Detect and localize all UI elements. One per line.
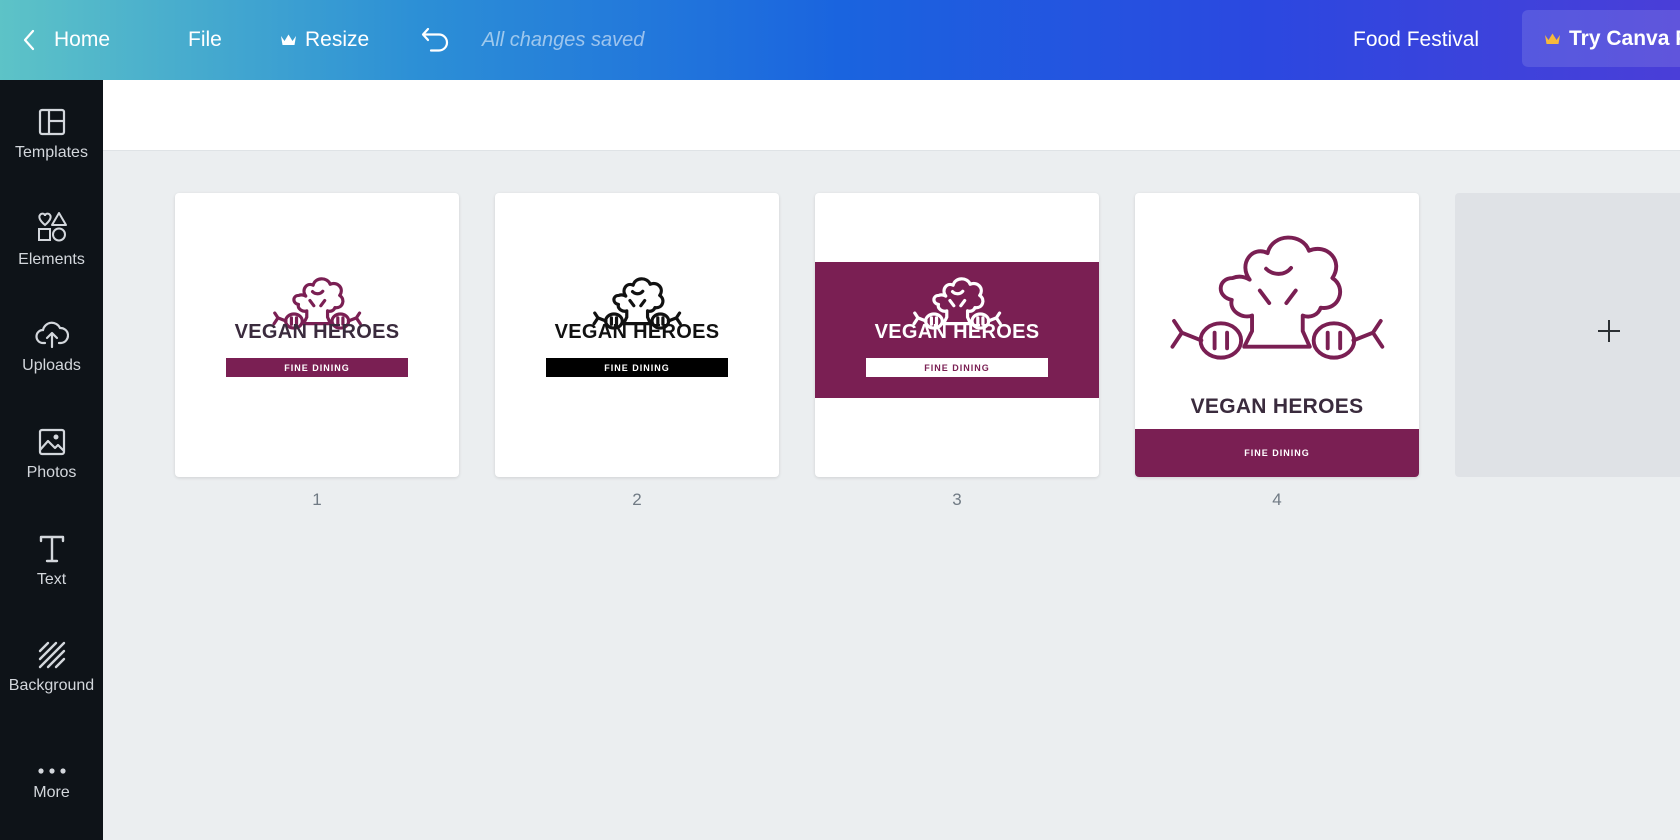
- try-label: Try Canva Pro: [1569, 26, 1680, 50]
- logo-tagline: FINE DINING: [866, 358, 1048, 377]
- more-icon: [37, 742, 67, 776]
- logo-tagline: FINE DINING: [1135, 429, 1419, 477]
- sidebar-item-label: Elements: [18, 251, 85, 268]
- page-number: 3: [952, 490, 962, 509]
- home-label: Home: [54, 28, 111, 51]
- logo-title: VEGAN HEROES: [874, 321, 1040, 343]
- undo-icon: [421, 27, 449, 52]
- top-bar: Home File Resize All changes saved Food …: [0, 0, 1680, 80]
- sidebar-item-photos[interactable]: Photos: [0, 400, 103, 500]
- sidebar: Templates Elements Uploads Photos Text B…: [0, 80, 103, 840]
- file-menu-button[interactable]: File: [188, 0, 222, 80]
- logo-tagline: FINE DINING: [226, 358, 408, 377]
- page-thumbnail-2[interactable]: VEGAN HEROES FINE DINING: [495, 193, 779, 477]
- add-page-button[interactable]: [1455, 193, 1680, 477]
- sidebar-item-label: Uploads: [22, 357, 81, 374]
- photo-icon: [38, 422, 66, 456]
- resize-label: Resize: [305, 28, 370, 51]
- background-icon: [38, 635, 66, 669]
- logo-title: VEGAN HEROES: [554, 321, 720, 343]
- sidebar-item-uploads[interactable]: Uploads: [0, 293, 103, 393]
- sidebar-item-label: Text: [36, 571, 67, 588]
- logo-tagline: FINE DINING: [546, 358, 728, 377]
- page-thumbnail-4[interactable]: VEGAN HEROES FINE DINING: [1135, 193, 1419, 477]
- sidebar-item-elements[interactable]: Elements: [0, 187, 103, 287]
- text-icon: [39, 529, 65, 563]
- home-button[interactable]: Home: [22, 0, 110, 80]
- templates-icon: [38, 102, 66, 136]
- resize-button[interactable]: Resize: [280, 0, 369, 80]
- sidebar-item-text[interactable]: Text: [0, 507, 103, 607]
- file-label: File: [188, 28, 222, 51]
- elements-icon: [36, 209, 68, 243]
- page-number: 4: [1272, 490, 1282, 509]
- sidebar-item-more[interactable]: More: [0, 720, 103, 820]
- design-title[interactable]: Food Festival: [1353, 0, 1479, 80]
- context-toolbar: [103, 80, 1680, 151]
- try-canva-pro-button[interactable]: Try Canva Pro: [1522, 10, 1680, 67]
- plus-icon: [1598, 320, 1620, 342]
- crown-icon: [281, 34, 296, 45]
- page-thumbnail-3[interactable]: VEGAN HEROES FINE DINING: [815, 193, 1099, 477]
- page-number: 2: [632, 490, 642, 509]
- undo-button[interactable]: [420, 0, 452, 80]
- crown-icon: [1545, 33, 1560, 44]
- save-status: All changes saved: [482, 28, 645, 51]
- sidebar-item-label: Photos: [26, 464, 77, 481]
- sidebar-item-label: More: [33, 784, 70, 801]
- logo-title: VEGAN HEROES: [1190, 395, 1364, 418]
- page-number: 1: [312, 490, 322, 509]
- sidebar-item-templates[interactable]: Templates: [0, 80, 103, 180]
- sidebar-item-background[interactable]: Background: [0, 613, 103, 713]
- upload-icon: [34, 315, 69, 349]
- page-thumbnail-1[interactable]: VEGAN HEROES FINE DINING: [175, 193, 459, 477]
- sidebar-item-label: Background: [8, 677, 95, 694]
- sidebar-item-label: Templates: [15, 144, 88, 161]
- chevron-left-icon: [23, 29, 35, 51]
- logo-title: VEGAN HEROES: [234, 321, 400, 343]
